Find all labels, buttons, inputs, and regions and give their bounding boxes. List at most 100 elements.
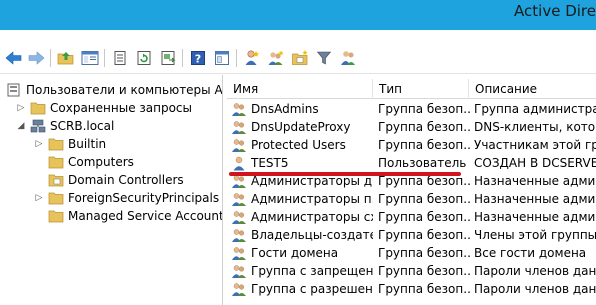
column-header-type[interactable]: Тип <box>373 79 469 99</box>
cell-name: Группа с разрешен... <box>231 280 373 298</box>
cell-description: Участникам этой груп <box>474 138 596 152</box>
group-icon <box>231 281 247 297</box>
tree-item-managed-service-accounts[interactable]: Managed Service Accounts <box>48 207 222 225</box>
collapse-arrow-icon[interactable]: ◢ <box>16 121 26 131</box>
cell-name: Администраторы п... <box>231 190 373 208</box>
new-ou-icon[interactable] <box>290 48 310 68</box>
table-row[interactable]: Администраторы сх... Группа безоп... Назна… <box>227 208 596 226</box>
table-row[interactable]: Группа с запрещен... Группа безоп... Парол… <box>227 262 596 280</box>
cell-type: Группа безоп... <box>378 102 470 116</box>
tree-item-root[interactable]: Пользователи и компьютеры Activ <box>6 81 223 99</box>
expand-arrow-icon[interactable]: ▷ <box>16 103 26 113</box>
cell-type: Пользователь <box>378 156 467 170</box>
cell-description: Назначенные админис <box>474 174 596 188</box>
column-header-name[interactable]: Имя <box>227 79 373 99</box>
group-icon <box>231 101 247 117</box>
tree-item-domain-controllers[interactable]: Domain Controllers <box>48 171 184 189</box>
group-icon <box>231 191 247 207</box>
up-folder-icon[interactable] <box>56 48 76 68</box>
cell-name-text: DnsAdmins <box>251 102 319 116</box>
cell-name-text: DnsUpdateProxy <box>251 120 351 134</box>
properties-icon[interactable] <box>110 48 130 68</box>
table-row[interactable]: TEST5 Пользователь СОЗДАН В DCSERVER2 <box>227 154 596 172</box>
cell-name: TEST5 <box>231 154 373 172</box>
group-icon <box>231 245 247 261</box>
tree-item-label: Сохраненные запросы <box>50 101 192 115</box>
cell-type: Группа безоп... <box>378 120 470 134</box>
cell-name: DnsAdmins <box>231 100 373 118</box>
expand-arrow-icon[interactable]: ▷ <box>34 139 44 149</box>
title-bar: Active Dire <box>0 0 596 30</box>
table-row[interactable]: Администраторы п... Группа безоп... Назнач… <box>227 190 596 208</box>
refresh-icon[interactable] <box>134 48 154 68</box>
new-user-icon[interactable] <box>242 48 262 68</box>
back-icon[interactable] <box>4 48 24 68</box>
table-row[interactable]: DnsUpdateProxy Группа безоп... DNS-клиенты… <box>227 118 596 136</box>
group-icon <box>231 227 247 243</box>
cell-name-text: Группа с запрещен... <box>251 264 373 278</box>
cell-description: Пароли членов данн <box>474 264 596 278</box>
menu-bar <box>0 30 596 44</box>
user-icon <box>231 155 247 171</box>
folder-icon <box>48 210 64 223</box>
group-icon <box>231 263 247 279</box>
cell-type: Группа безоп... <box>378 228 470 242</box>
cell-type: Группа безоп... <box>378 210 470 224</box>
cell-description: Пароли членов данно <box>474 282 596 296</box>
console-tree-icon[interactable] <box>80 48 100 68</box>
tree-item-foreign-security-principals[interactable]: ▷ ForeignSecurityPrincipals <box>36 189 220 207</box>
details-list: Имя Тип Описание DnsAdmins Группа безоп..… <box>227 75 596 305</box>
cell-name: Группа с запрещен... <box>231 262 373 280</box>
tree-item-label: Пользователи и компьютеры Activ <box>26 83 223 97</box>
cell-type: Группа безоп... <box>378 282 470 296</box>
tree-item-saved-queries[interactable]: ▷ Сохраненные запросы <box>18 99 192 117</box>
cell-type: Группа безоп... <box>378 246 470 260</box>
table-row[interactable]: DnsAdmins Группа безоп... Группа администр… <box>227 100 596 118</box>
cell-description: Все гости домена <box>474 246 587 260</box>
cell-name-text: TEST5 <box>251 156 289 170</box>
folder-icon <box>48 156 64 169</box>
cell-name-text: Администраторы сх... <box>251 210 373 224</box>
table-row[interactable]: Владельцы-создате... Группа безоп... Члены… <box>227 226 596 244</box>
cell-description: Группа администратор <box>474 102 596 116</box>
table-row[interactable]: Группа с разрешен... Группа безоп... Парол… <box>227 280 596 298</box>
tree-item-builtin[interactable]: ▷ Builtin <box>36 135 107 153</box>
export-list-icon[interactable] <box>158 48 178 68</box>
cell-name-text: Группа с разрешен... <box>251 282 373 296</box>
ad-console-icon <box>7 83 20 97</box>
table-row[interactable]: Гости домена Группа безоп... Все гости дом… <box>227 244 596 262</box>
table-row[interactable]: Protected Users Группа безоп... Участникам… <box>227 136 596 154</box>
cell-name-text: Владельцы-создате... <box>251 228 373 242</box>
add-to-group-icon[interactable] <box>338 48 358 68</box>
cell-name: Protected Users <box>231 136 373 154</box>
new-group-icon[interactable] <box>266 48 286 68</box>
forward-icon[interactable] <box>26 48 46 68</box>
cell-type: Группа безоп... <box>378 138 470 152</box>
cell-description: Назначенные админи <box>474 192 596 206</box>
tree-item-label: Builtin <box>68 137 107 151</box>
folder-icon <box>48 138 64 151</box>
cell-name: Владельцы-создате... <box>231 226 373 244</box>
console-tree: Пользователи и компьютеры Activ ▷ Сохран… <box>0 75 223 305</box>
cell-name: Администраторы сх... <box>231 208 373 226</box>
help-icon[interactable]: ? <box>188 48 208 68</box>
cell-name: Гости домена <box>231 244 373 262</box>
filter-icon[interactable] <box>314 48 334 68</box>
column-header-description[interactable]: Описание <box>469 79 596 99</box>
cell-name-text: Гости домена <box>251 246 339 260</box>
tree-item-computers[interactable]: Computers <box>48 153 134 171</box>
cell-name: DnsUpdateProxy <box>231 118 373 136</box>
group-icon <box>231 137 247 153</box>
tree-item-label: Computers <box>68 155 134 169</box>
toolbar: ? <box>0 44 596 74</box>
mmc-console-icon[interactable] <box>212 48 232 68</box>
list-header: Имя Тип Описание <box>227 79 596 99</box>
folder-icon <box>48 192 64 205</box>
group-icon <box>231 119 247 135</box>
tree-item-label: ForeignSecurityPrincipals <box>68 191 220 205</box>
expand-arrow-icon[interactable]: ▷ <box>34 193 44 203</box>
tree-item-domain[interactable]: ◢ SCRB.local <box>18 117 115 135</box>
tree-item-label: SCRB.local <box>50 119 115 133</box>
cell-description: Назначенные админис <box>474 210 596 224</box>
cell-name-text: Protected Users <box>251 138 346 152</box>
